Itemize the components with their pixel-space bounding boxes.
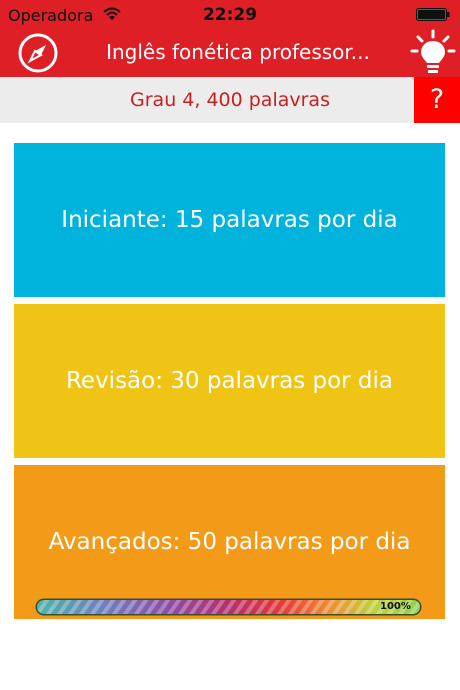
level-beginner-button[interactable]: Iniciante: 15 palavras por dia: [14, 143, 445, 297]
page-title: Inglês fonética professor...: [106, 40, 370, 64]
grade-label: Grau 4, 400 palavras: [130, 89, 330, 111]
level-advanced-button[interactable]: Avançados: 50 palavras por dia: [14, 465, 445, 619]
status-bar: Operadora 22:29: [0, 0, 460, 30]
help-button[interactable]: ?: [414, 77, 460, 123]
progress-label: 100%: [380, 601, 411, 612]
lightbulb-icon[interactable]: [408, 29, 458, 77]
progress-bar: [35, 598, 422, 616]
compass-icon[interactable]: [13, 32, 63, 74]
battery-icon: [416, 8, 450, 21]
level-review-button[interactable]: Revisão: 30 palavras por dia: [14, 304, 445, 458]
status-time: 22:29: [202, 5, 258, 25]
